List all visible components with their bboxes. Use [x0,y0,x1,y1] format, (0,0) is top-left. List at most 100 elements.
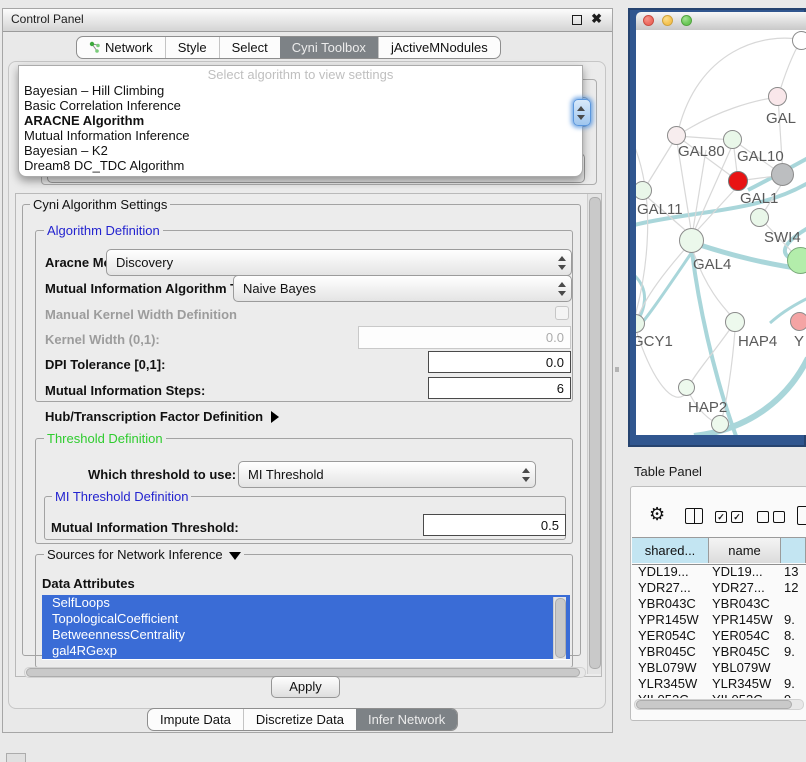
apply-button[interactable]: Apply [271,676,340,698]
manual-kernel-label: Manual Kernel Width Definition [45,307,237,322]
tab-discretize-data[interactable]: Discretize Data [243,709,356,730]
hub-section-toggle[interactable]: Hub/Transcription Factor Definition [45,409,279,424]
mi-type-value: Naive Bayes [243,281,316,296]
collapsed-arrow-icon [271,411,279,423]
column-header-shared[interactable]: shared... [632,538,709,563]
mi-threshold-label: Mutual Information Threshold: [51,520,239,535]
scrollbar-thumb[interactable] [636,700,792,709]
float-window-icon[interactable] [572,15,582,25]
clipped-corner-icon[interactable] [6,753,26,762]
node-swi4[interactable] [750,208,769,227]
tab-impute-data[interactable]: Impute Data [148,709,243,730]
stepper-arrows-icon [522,468,531,482]
stepper-arrows-icon [577,106,586,120]
checked-checkbox-icon[interactable]: ✓ [731,511,743,523]
unchecked-checkbox-icon[interactable] [757,511,769,523]
tab-jactivemnodules[interactable]: jActiveMNodules [378,37,500,58]
tab-network[interactable]: Network [77,37,165,58]
list-item[interactable]: TopologicalCoefficient [42,611,570,627]
settings-scrollpane: Cyni Algorithm Settings Algorithm Defini… [15,193,602,677]
node-label: GCY1 [636,333,673,350]
tab-infer-network[interactable]: Infer Network [356,709,457,730]
table-header-row: shared... name [632,537,806,565]
column-header-name[interactable]: name [709,538,781,563]
mac-zoom-icon[interactable] [681,15,692,26]
control-panel-titlebar[interactable]: Control Panel ✖ [3,9,612,32]
algorithm-combobox-stepper[interactable] [573,99,591,126]
node-label: GAL [766,110,796,127]
algorithm-option[interactable]: Dream8 DC_TDC Algorithm [24,158,184,173]
list-item[interactable]: SelfLoops [42,595,570,611]
control-panel-title: Control Panel [11,12,84,26]
aracne-mode-value: Discovery [116,255,173,270]
aracne-mode-combobox[interactable]: Discovery [106,249,572,276]
dpi-tolerance-field[interactable]: 0.0 [428,351,571,373]
algorithm-dropdown-popup: Select algorithm to view settings Bayesi… [18,65,583,177]
node-unlabeled-bottom[interactable] [711,415,729,433]
kernel-width-label: Kernel Width (0,1): [45,332,160,347]
node-gal10-neighbor-gray[interactable] [771,163,794,186]
node-gal1[interactable] [728,171,748,191]
node-label: GAL10 [737,148,784,165]
table-body: YDL19... YDL19... 13 YDR27... YDR27... 1… [632,564,806,698]
mac-close-icon[interactable] [643,15,654,26]
clipped-toolbar-icon[interactable] [797,506,806,525]
table-panel-title: Table Panel [634,464,702,479]
settings-vertical-scrollbar[interactable] [587,194,601,674]
mi-steps-field[interactable]: 6 [428,377,571,399]
control-panel-window: Control Panel ✖ Network Style Select Cyn… [2,8,613,733]
network-window-titlebar[interactable] [636,12,806,31]
mi-steps-label: Mutual Information Steps: [45,383,205,398]
mac-minimize-icon[interactable] [662,15,673,26]
list-item[interactable]: BetweennessCentrality [42,627,570,643]
page: Control Panel ✖ Network Style Select Cyn… [0,0,806,762]
which-threshold-combobox[interactable]: MI Threshold [238,461,536,488]
mi-type-label: Mutual Information Algorithm Type: [45,281,264,296]
node-label: Y [794,333,804,350]
table-panel: ⚙ ✓ ✓ shared... name YDL19... YDL19... 1… [630,486,806,721]
node-unlabeled[interactable] [792,31,806,50]
list-vertical-scrollbar[interactable] [553,597,566,659]
node-gal10[interactable] [723,130,742,149]
list-item[interactable]: gal4RGexp [42,643,570,659]
node-gal4[interactable] [679,228,704,253]
node-gal-partial[interactable] [768,87,787,106]
node-salmon-y[interactable] [790,312,806,331]
table-horizontal-scrollbar[interactable] [634,699,804,710]
algorithm-definition-title: Algorithm Definition [44,223,163,238]
tab-select[interactable]: Select [219,37,280,58]
node-hap4[interactable] [725,312,745,332]
network-tab-icon [89,41,101,54]
scrollbar-thumb[interactable] [555,598,566,658]
node-label: HAP2 [688,399,727,416]
sources-title[interactable]: Sources for Network Inference [44,547,244,562]
manual-kernel-checkbox[interactable] [555,306,569,320]
algorithm-option[interactable]: Basic Correlation Inference [24,98,181,113]
close-icon[interactable]: ✖ [591,11,602,27]
network-canvas[interactable]: GAL GAL80 GAL10 GAL1 GAL11 SWI4 GAL4 GCY… [636,30,806,435]
algorithm-option[interactable]: Bayesian – K2 [24,143,108,158]
algorithm-option[interactable]: Mutual Information Inference [24,128,189,143]
stepper-arrows-icon [558,282,567,296]
splitter-handle[interactable] [615,367,619,372]
cyni-algorithm-settings-title: Cyni Algorithm Settings [30,197,170,212]
algorithm-option-selected[interactable]: ARACNE Algorithm [24,113,144,128]
dpi-tolerance-label: DPI Tolerance [0,1]: [45,357,165,372]
column-header-clipped[interactable] [781,538,806,563]
algorithm-option[interactable]: Bayesian – Hill Climbing [24,83,164,98]
unchecked-checkbox-icon[interactable] [773,511,785,523]
kernel-width-field[interactable]: 0.0 [358,326,571,349]
tab-cyni-toolbox[interactable]: Cyni Toolbox [280,37,378,58]
gear-icon[interactable]: ⚙ [649,505,665,523]
bottom-tabbar: Impute Data Discretize Data Infer Networ… [147,708,458,731]
scrollbar-thumb[interactable] [589,197,601,669]
data-attributes-list: SelfLoops TopologicalCoefficient Between… [42,595,570,660]
columns-icon[interactable] [685,508,703,524]
expanded-arrow-icon [229,552,241,560]
node-label: GAL11 [637,201,683,218]
mi-type-combobox[interactable]: Naive Bayes [233,275,572,302]
checked-checkbox-icon[interactable]: ✓ [715,511,727,523]
tab-style[interactable]: Style [165,37,219,58]
node-hap2[interactable] [678,379,695,396]
mi-threshold-field[interactable]: 0.5 [423,514,566,536]
